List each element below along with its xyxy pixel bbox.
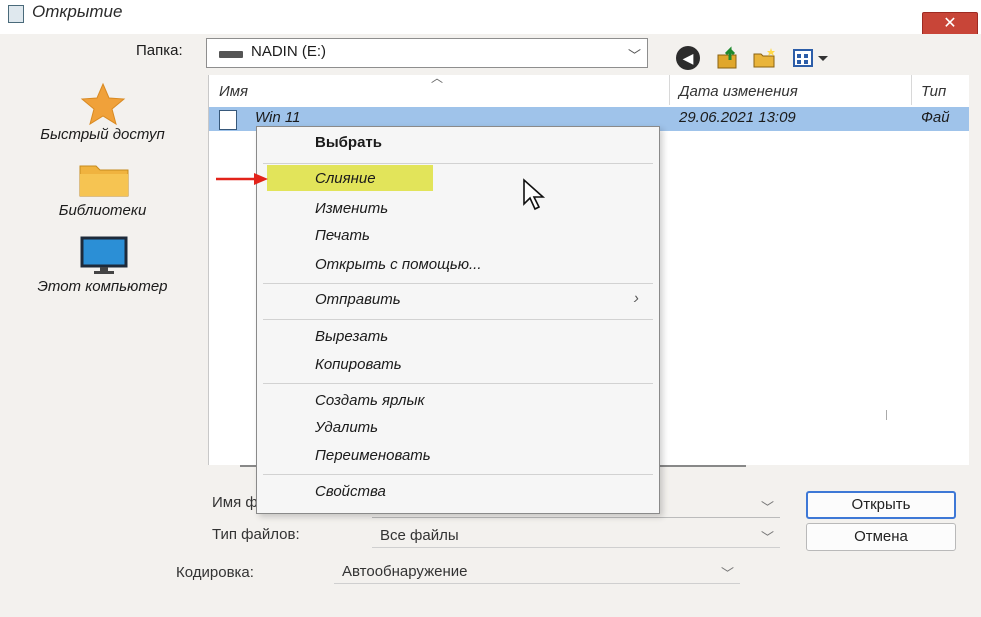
title-bar: Открытие ✕ <box>0 0 981 36</box>
places-sidebar: Быстрый доступ Библиотеки Этот компьютер <box>0 76 205 476</box>
encoding-select[interactable]: Автообнаружение ﹀ <box>334 560 740 584</box>
menu-separator <box>263 163 653 164</box>
scroll-marker <box>886 410 887 420</box>
filetype-value: Все файлы <box>380 527 459 544</box>
folder-icon <box>79 165 129 197</box>
encoding-label: Кодировка: <box>176 564 254 581</box>
filetype-select[interactable]: Все файлы ﹀ <box>372 524 780 548</box>
view-menu-icon <box>793 49 828 67</box>
document-icon <box>219 110 237 130</box>
file-name: Win 11 <box>255 109 301 126</box>
column-header-name[interactable]: Имя <box>219 77 248 107</box>
window-title: Открытие <box>32 2 123 21</box>
sidebar-item-label: Библиотеки <box>58 202 147 219</box>
column-header-date[interactable]: Дата изменения <box>679 77 798 107</box>
menu-item-open-with[interactable]: Открыть с помощью... <box>257 253 659 277</box>
file-type: Фай <box>921 109 950 126</box>
filetype-label: Тип файлов: <box>212 526 300 543</box>
menu-separator <box>263 383 653 384</box>
window-icon <box>8 5 24 23</box>
folder-value: NADIN (E:) <box>251 43 326 60</box>
close-button[interactable]: ✕ <box>922 12 978 36</box>
sidebar-item-this-pc[interactable]: Этот компьютер <box>0 236 205 306</box>
menu-item-rename[interactable]: Переименовать <box>257 444 659 468</box>
column-header-type[interactable]: Тип <box>921 77 946 107</box>
chevron-down-icon: ﹀ <box>760 530 774 545</box>
sidebar-item-libraries[interactable]: Библиотеки <box>0 160 205 230</box>
menu-item-select[interactable]: Выбрать <box>257 131 659 155</box>
menu-item-edit[interactable]: Изменить <box>257 197 659 221</box>
new-folder-icon <box>753 48 775 68</box>
context-menu: Выбрать Слияние Изменить Печать Открыть … <box>256 126 660 514</box>
chevron-down-icon: ﹀ <box>627 48 641 63</box>
encoding-value: Автообнаружение <box>342 563 468 580</box>
annotation-arrow-icon <box>216 173 268 185</box>
menu-separator <box>263 283 653 284</box>
menu-item-merge[interactable]: Слияние <box>257 167 659 191</box>
file-date: 29.06.2021 13:09 <box>679 109 796 126</box>
back-arrow-icon: ◀ <box>682 50 694 66</box>
view-menu-button[interactable] <box>792 46 832 70</box>
menu-item-delete[interactable]: Удалить <box>257 416 659 440</box>
up-folder-button[interactable] <box>716 46 742 70</box>
chevron-right-icon: › <box>633 290 639 307</box>
menu-item-print[interactable]: Печать <box>257 224 659 248</box>
sidebar-item-quick-access[interactable]: Быстрый доступ <box>0 82 205 152</box>
folder-combobox[interactable]: NADIN (E:) ﹀ <box>206 38 648 68</box>
new-folder-button[interactable] <box>752 46 778 70</box>
sidebar-item-label: Этот компьютер <box>37 278 168 295</box>
folder-label: Папка: <box>136 42 183 59</box>
column-separator <box>911 75 912 105</box>
menu-separator <box>263 474 653 475</box>
menu-item-create-shortcut[interactable]: Создать ярлык <box>257 389 659 413</box>
open-button[interactable]: Открыть <box>806 491 956 519</box>
sort-up-icon: ︿ <box>431 71 444 85</box>
sidebar-item-label: Быстрый доступ <box>40 126 165 143</box>
monitor-icon <box>80 236 128 274</box>
filename-label: Имя ф <box>212 494 258 511</box>
menu-item-send-to[interactable]: Отправить › <box>257 288 659 312</box>
column-separator <box>669 75 670 105</box>
menu-item-cut[interactable]: Вырезать <box>257 325 659 349</box>
back-button[interactable]: ◀ <box>676 46 700 70</box>
up-folder-icon <box>717 46 737 69</box>
chevron-down-icon: ﹀ <box>760 500 774 515</box>
star-icon <box>80 82 126 126</box>
cancel-button[interactable]: Отмена <box>806 523 956 551</box>
drive-icon <box>219 51 243 58</box>
menu-item-properties[interactable]: Свойства <box>257 480 659 504</box>
chevron-down-icon: ﹀ <box>720 566 734 581</box>
menu-separator <box>263 319 653 320</box>
mouse-cursor-icon <box>523 178 546 211</box>
menu-item-copy[interactable]: Копировать <box>257 353 659 377</box>
